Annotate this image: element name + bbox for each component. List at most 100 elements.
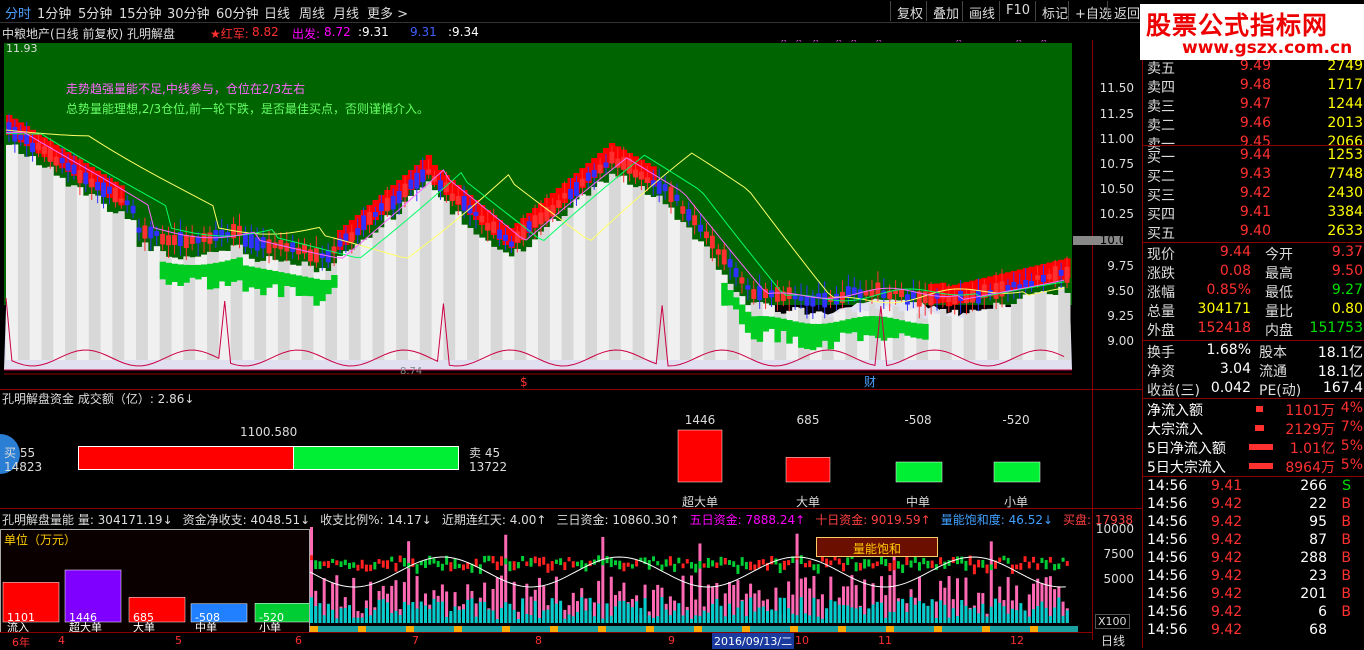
divider xyxy=(1143,398,1364,399)
flow-tick xyxy=(719,556,723,566)
volume-bar-inner xyxy=(546,609,550,623)
row-label: 卖四 xyxy=(1147,80,1175,96)
volume-bar-inner xyxy=(668,615,672,623)
volume-bar-inner xyxy=(787,608,791,623)
flow-tick xyxy=(702,563,706,568)
flow-tick xyxy=(816,564,820,574)
flow-tick xyxy=(318,561,322,569)
marker-cai: 财 xyxy=(864,375,876,389)
support-column xyxy=(520,251,527,360)
kline-chart[interactable]: 11.93 走势趋强量能不足,中线参与，仓位在2/3左右 总势量能理想,2/3仓… xyxy=(0,40,1092,389)
support-column xyxy=(11,144,19,360)
volume-bar-inner xyxy=(829,599,833,623)
green-band-segment xyxy=(738,304,746,325)
volume-bar-inner xyxy=(968,608,972,623)
volume-chart xyxy=(310,527,1078,633)
overlay-button[interactable]: 叠加 xyxy=(926,1,965,22)
x-label: 5 xyxy=(175,634,182,647)
order-size-bar xyxy=(895,461,943,483)
candle-body xyxy=(219,229,225,238)
green-band-segment xyxy=(206,263,214,290)
candle-body xyxy=(904,294,910,305)
x-label: 12 xyxy=(1010,634,1024,647)
flow-tick xyxy=(1019,563,1023,570)
volume-bar-inner xyxy=(326,603,330,623)
volume-bar-inner xyxy=(609,615,613,623)
candle-body xyxy=(390,195,396,210)
volume-bar-inner xyxy=(1036,606,1040,623)
period-label[interactable]: 日线 xyxy=(1101,632,1125,649)
volume-bar-inner xyxy=(888,611,892,623)
support-column xyxy=(608,173,616,360)
support-column xyxy=(118,211,125,360)
flow-tick xyxy=(449,562,453,572)
support-column xyxy=(1022,294,1030,360)
order-size-label: 超大单 xyxy=(682,494,718,509)
volume-bar-inner xyxy=(728,603,731,623)
order-size-label: 中单 xyxy=(906,494,930,509)
row-price: 9.46 xyxy=(1239,115,1271,131)
x-label: 10 xyxy=(795,634,809,647)
support-column xyxy=(141,242,149,360)
support-column xyxy=(130,220,137,360)
volume-bar-inner xyxy=(977,613,981,623)
flow-tick xyxy=(943,561,947,569)
flow-tick xyxy=(609,558,613,568)
flow-tick xyxy=(787,560,791,566)
tab-timeframe-4[interactable]: 30分钟 xyxy=(167,3,210,22)
tab-timeframe-5[interactable]: 60分钟 xyxy=(216,3,259,22)
candle-body xyxy=(1040,274,1046,282)
volume-bar-inner xyxy=(588,597,592,623)
note-line-2: 总势量能理想,2/3仓位,前一轮下跌，是否最佳买点，否则谨慎介入。 xyxy=(66,101,429,116)
support-column xyxy=(538,231,545,360)
flow-tick xyxy=(909,560,913,568)
stat-label: 内盘 xyxy=(1265,323,1293,339)
f10-button[interactable]: F10 xyxy=(999,1,1036,21)
flow-tick xyxy=(618,560,622,570)
trade-tick-row: 14:56 9.42 22 B xyxy=(1145,496,1364,514)
fuquan-button[interactable]: 复权 xyxy=(890,1,929,22)
volume-bar-inner xyxy=(580,597,584,623)
support-column xyxy=(372,232,379,360)
flow-tick xyxy=(1048,556,1052,563)
signal-out-value: 8.72 xyxy=(324,25,351,39)
support-column xyxy=(100,203,107,360)
support-column xyxy=(17,153,25,360)
tick-volume: 201 xyxy=(1300,586,1327,602)
flow-tick xyxy=(820,556,824,562)
flow-tick xyxy=(415,564,419,574)
candle-body xyxy=(30,142,36,153)
candle-body xyxy=(573,182,579,196)
volume-bar-inner xyxy=(901,598,905,623)
volume-stat: 资金净收支: 4048.51↓ xyxy=(182,513,311,527)
draw-line-button[interactable]: 画线 xyxy=(962,1,1001,22)
trade-tick-row: 14:56 9.42 288 B xyxy=(1145,550,1364,568)
support-column xyxy=(555,220,563,360)
volume-bar-inner xyxy=(892,611,896,623)
tab-timeframe-more[interactable]: 更多 > xyxy=(367,3,408,22)
tab-timeframe-3[interactable]: 15分钟 xyxy=(119,3,162,22)
flow-tick xyxy=(926,560,930,569)
volume-bar-inner xyxy=(956,616,959,623)
support-column xyxy=(620,175,628,360)
top-marker: × xyxy=(835,40,843,45)
support-column xyxy=(94,195,102,360)
tab-timeframe-7[interactable]: 周线 xyxy=(299,3,325,22)
support-column xyxy=(449,214,456,360)
tab-timeframe-0[interactable]: 分时 xyxy=(5,3,31,22)
tab-timeframe-1[interactable]: 1分钟 xyxy=(37,3,71,22)
candle-body xyxy=(65,162,71,171)
support-column xyxy=(579,194,586,360)
tab-timeframe-8[interactable]: 月线 xyxy=(333,3,359,22)
tab-timeframe-2[interactable]: 5分钟 xyxy=(78,3,112,22)
buy-ratio-bar xyxy=(78,446,294,470)
tick-side: B xyxy=(1341,604,1351,620)
tab-timeframe-6[interactable]: 日线 xyxy=(264,3,290,22)
volume-bar-inner xyxy=(1027,616,1031,623)
candle-body xyxy=(745,285,751,290)
order-size-bars: 1446 超大单 685 大单 -508 中单 -520 小单 xyxy=(677,413,1041,509)
support-column xyxy=(939,308,947,360)
candle-body xyxy=(455,196,461,204)
volume-bar-inner xyxy=(592,616,596,623)
candle-body xyxy=(1064,266,1070,283)
